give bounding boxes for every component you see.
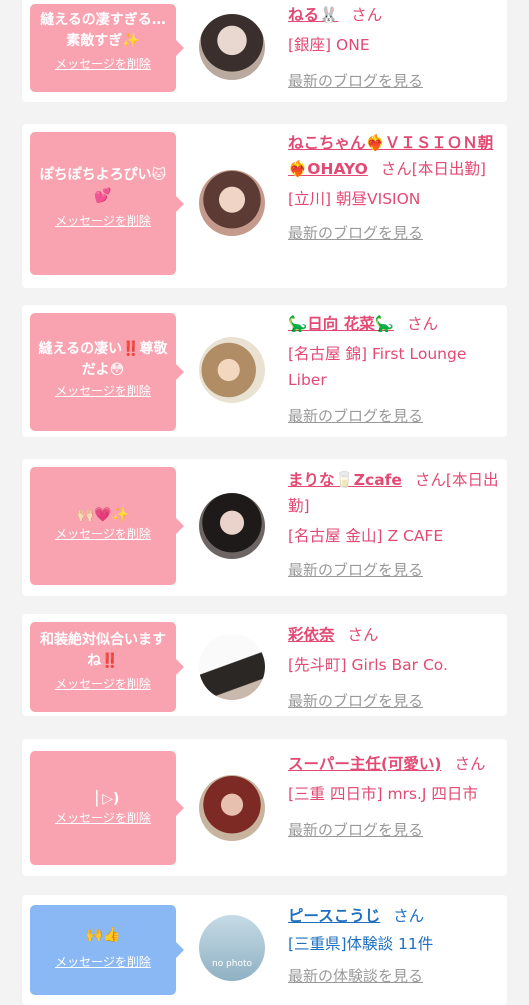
user-info: ねこちゃん❤️‍🔥ＶＩＳＩＯＮ朝❤️‍🔥OHAYO さん[本日出勤] [立川] …	[288, 130, 500, 246]
shop-info: [立川] 朝昼VISION	[288, 190, 421, 208]
honorific: さん	[454, 755, 486, 773]
honorific: さん	[393, 907, 425, 925]
avatar[interactable]	[199, 170, 265, 236]
message-bubble: 和装絶対似合いますね‼️ メッセージを削除	[30, 622, 184, 712]
honorific: さん	[414, 471, 446, 489]
avatar[interactable]	[199, 634, 265, 700]
message-bubble: 縫えるの凄い‼️尊敬だよ😳 メッセージを削除	[30, 313, 184, 431]
message-bubble: 🙌👍 メッセージを削除	[30, 905, 184, 995]
user-info: ピースこうじ さん [三重県]体験談 11件 最新の体験談を見る	[288, 903, 500, 989]
honorific: さん	[347, 626, 379, 644]
shop-info: [名古屋 錦] First Lounge Liber	[288, 345, 467, 389]
user-info: 彩依奈 さん [先斗町] Girls Bar Co. 最新のブログを見る	[288, 622, 500, 714]
message-bubble: ぽちぽちよろぴい🐱💕 メッセージを削除	[30, 132, 184, 275]
user-info: まりな🥛Zcafe さん[本日出勤] [名古屋 金山] Z CAFE 最新のブロ…	[288, 467, 500, 583]
delete-message-link[interactable]: メッセージを削除	[38, 526, 168, 542]
latest-blog-link[interactable]: 最新のブログを見る	[288, 688, 500, 714]
latest-blog-link[interactable]: 最新のブログを見る	[288, 68, 500, 94]
message-card: 🙌🏻💗✨ メッセージを削除 まりな🥛Zcafe さん[本日出勤] [名古屋 金山…	[22, 459, 507, 596]
message-card: 和装絶対似合いますね‼️ メッセージを削除 彩依奈 さん [先斗町] Girls…	[22, 614, 507, 716]
delete-message-link[interactable]: メッセージを削除	[38, 383, 168, 399]
honorific: さん	[351, 6, 383, 24]
shop-info: [三重 四日市] mrs.J 四日市	[288, 785, 478, 803]
user-name-link[interactable]: 🦕日向 花菜🦕	[288, 315, 394, 333]
message-text: ぽちぽちよろぴい🐱💕	[39, 167, 167, 204]
message-bubble: 🙌🏻💗✨ メッセージを削除	[30, 467, 184, 585]
avatar[interactable]: no photo	[199, 915, 265, 981]
latest-blog-link[interactable]: 最新のブログを見る	[288, 817, 500, 843]
latest-blog-link[interactable]: 最新のブログを見る	[288, 403, 500, 429]
message-text: 縫えるの凄すぎる…素敵すぎ✨	[40, 12, 166, 49]
shop-info: [名古屋 金山] Z CAFE	[288, 527, 444, 545]
honorific: さん	[406, 315, 438, 333]
message-bubble: 縫えるの凄すぎる…素敵すぎ✨ メッセージを削除	[30, 4, 184, 92]
latest-blog-link[interactable]: 最新のブログを見る	[288, 220, 500, 246]
message-text: 縫えるの凄い‼️尊敬だよ😳	[38, 341, 168, 378]
user-info: ねる🐰 さん [銀座] ONE 最新のブログを見る	[288, 2, 500, 94]
message-card: 縫えるの凄すぎる…素敵すぎ✨ メッセージを削除 ねる🐰 さん [銀座] ONE …	[22, 0, 507, 102]
user-name-link[interactable]: ねる🐰	[288, 6, 338, 24]
delete-message-link[interactable]: メッセージを削除	[38, 56, 168, 72]
shop-info: [銀座] ONE	[288, 36, 370, 54]
work-status: [本日出勤]	[411, 160, 486, 178]
avatar[interactable]	[199, 337, 265, 403]
avatar[interactable]	[199, 775, 265, 841]
message-bubble: ▕ ▷) メッセージを削除	[30, 751, 184, 865]
latest-experience-link[interactable]: 最新の体験談を見る	[288, 963, 500, 989]
latest-blog-link[interactable]: 最新のブログを見る	[288, 557, 500, 583]
avatar[interactable]	[199, 493, 265, 559]
experience-info: [三重県]体験談 11件	[288, 935, 434, 953]
message-card: 🙌👍 メッセージを削除 no photo ピースこうじ さん [三重県]体験談 …	[22, 895, 507, 1005]
delete-message-link[interactable]: メッセージを削除	[38, 954, 168, 970]
message-card: ▕ ▷) メッセージを削除 スーパー主任(可愛い) さん [三重 四日市] mr…	[22, 739, 507, 876]
user-name-link[interactable]: スーパー主任(可愛い)	[288, 755, 442, 773]
user-name-link[interactable]: まりな🥛Zcafe	[288, 471, 402, 489]
message-text: 和装絶対似合いますね‼️	[40, 632, 166, 669]
delete-message-link[interactable]: メッセージを削除	[38, 213, 168, 229]
user-info: スーパー主任(可愛い) さん [三重 四日市] mrs.J 四日市 最新のブログ…	[288, 751, 500, 843]
message-text: 🙌👍	[85, 927, 121, 943]
honorific: さん	[380, 160, 412, 178]
message-text: 🙌🏻💗✨	[76, 507, 130, 523]
user-name-link[interactable]: ピースこうじ	[288, 907, 380, 925]
user-name-link[interactable]: 彩依奈	[288, 626, 335, 644]
avatar[interactable]	[199, 14, 265, 80]
message-text: ▕ ▷)	[86, 791, 120, 807]
no-photo-label: no photo	[211, 959, 253, 969]
message-card: ぽちぽちよろぴい🐱💕 メッセージを削除 ねこちゃん❤️‍🔥ＶＩＳＩＯＮ朝❤️‍🔥…	[22, 124, 507, 288]
message-card: 縫えるの凄い‼️尊敬だよ😳 メッセージを削除 🦕日向 花菜🦕 さん [名古屋 錦…	[22, 305, 507, 437]
delete-message-link[interactable]: メッセージを削除	[38, 810, 168, 826]
user-info: 🦕日向 花菜🦕 さん [名古屋 錦] First Lounge Liber 最新…	[288, 311, 500, 429]
shop-info: [先斗町] Girls Bar Co.	[288, 656, 448, 674]
delete-message-link[interactable]: メッセージを削除	[38, 676, 168, 692]
